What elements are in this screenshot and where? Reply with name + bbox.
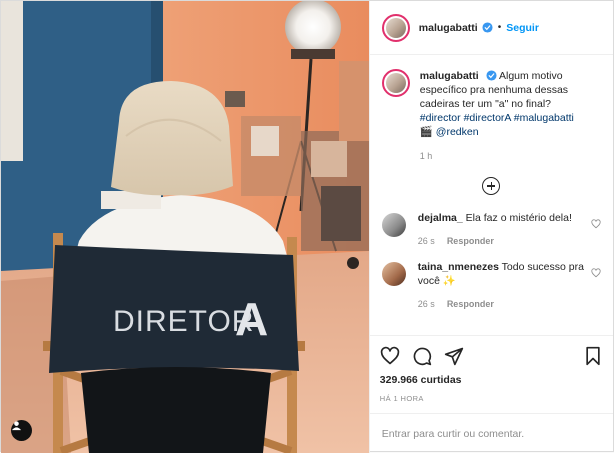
author-avatar[interactable] xyxy=(381,13,410,42)
person-icon xyxy=(11,421,22,431)
comment-heart-icon[interactable] xyxy=(591,219,601,229)
comment-username[interactable]: taina_nmenezes xyxy=(418,261,499,273)
clapperboard-icon: 🎬 xyxy=(419,126,433,138)
reply-button[interactable]: Responder xyxy=(447,299,494,309)
author-username[interactable]: malugabatti xyxy=(419,22,478,34)
verified-badge-icon xyxy=(486,70,497,81)
chair-text-main: DIRETOR xyxy=(113,305,254,338)
commenter-avatar[interactable] xyxy=(381,262,406,286)
user-tag-icon[interactable] xyxy=(11,420,32,441)
paper-plane-icon[interactable] xyxy=(444,346,464,366)
bookmark-icon[interactable] xyxy=(583,346,603,366)
comment-bubble-icon[interactable] xyxy=(412,346,432,366)
heart-icon[interactable] xyxy=(380,346,400,366)
comment-item: dejalma_ Ela faz o mistério dela! 26 s Re… xyxy=(381,211,601,248)
caption-avatar[interactable] xyxy=(381,69,410,97)
login-to-comment[interactable]: Entrar para curtir ou comentar. xyxy=(369,413,613,453)
comment-time[interactable]: 26 s xyxy=(418,299,435,309)
plus-circle-icon[interactable] xyxy=(482,177,501,195)
post-side-panel: malugabatti • Seguir malugabatti Algum m… xyxy=(368,1,613,453)
comments-list: malugabatti Algum motivo específico pra … xyxy=(370,55,613,335)
post-timestamp[interactable]: HÁ 1 HORA xyxy=(380,394,603,403)
commenter-avatar[interactable] xyxy=(381,213,406,237)
verified-badge-icon xyxy=(482,22,493,33)
chair-text-accent: A xyxy=(235,293,268,345)
caption-username[interactable]: malugabatti xyxy=(420,70,479,82)
follow-button[interactable]: Seguir xyxy=(506,22,539,34)
likes-count[interactable]: 329.966 curtidas xyxy=(380,374,603,386)
caption-mention[interactable]: @redken xyxy=(436,126,479,138)
caption-time[interactable]: 1 h xyxy=(420,149,600,163)
comment-item: taina_nmenezes Todo sucesso pra você ✨ 2… xyxy=(381,260,601,311)
comment-time[interactable]: 26 s xyxy=(418,236,435,246)
post-header: malugabatti • Seguir xyxy=(369,1,613,55)
comment-heart-icon[interactable] xyxy=(591,268,601,278)
post-actions: 329.966 curtidas HÁ 1 HORA xyxy=(369,335,613,413)
header-separator: • xyxy=(497,22,502,33)
post-caption: malugabatti Algum motivo específico pra … xyxy=(381,69,601,163)
caption-hashtags[interactable]: #director #directorA #malugabatti xyxy=(420,112,574,124)
comment-text: Ela faz o mistério dela! xyxy=(465,212,572,224)
action-icons xyxy=(380,344,603,368)
post-photo[interactable]: DIRETOR A xyxy=(1,1,369,453)
load-more-comments[interactable] xyxy=(382,177,601,195)
instagram-post: DIRETOR A malugabatti • Seguir malugabat… xyxy=(0,0,614,453)
login-prompt[interactable]: Entrar para curtir ou comentar. xyxy=(382,428,524,440)
reply-button[interactable]: Responder xyxy=(447,236,494,246)
photo-illustration: DIRETOR A xyxy=(1,1,369,453)
comment-username[interactable]: dejalma_ xyxy=(418,212,463,224)
